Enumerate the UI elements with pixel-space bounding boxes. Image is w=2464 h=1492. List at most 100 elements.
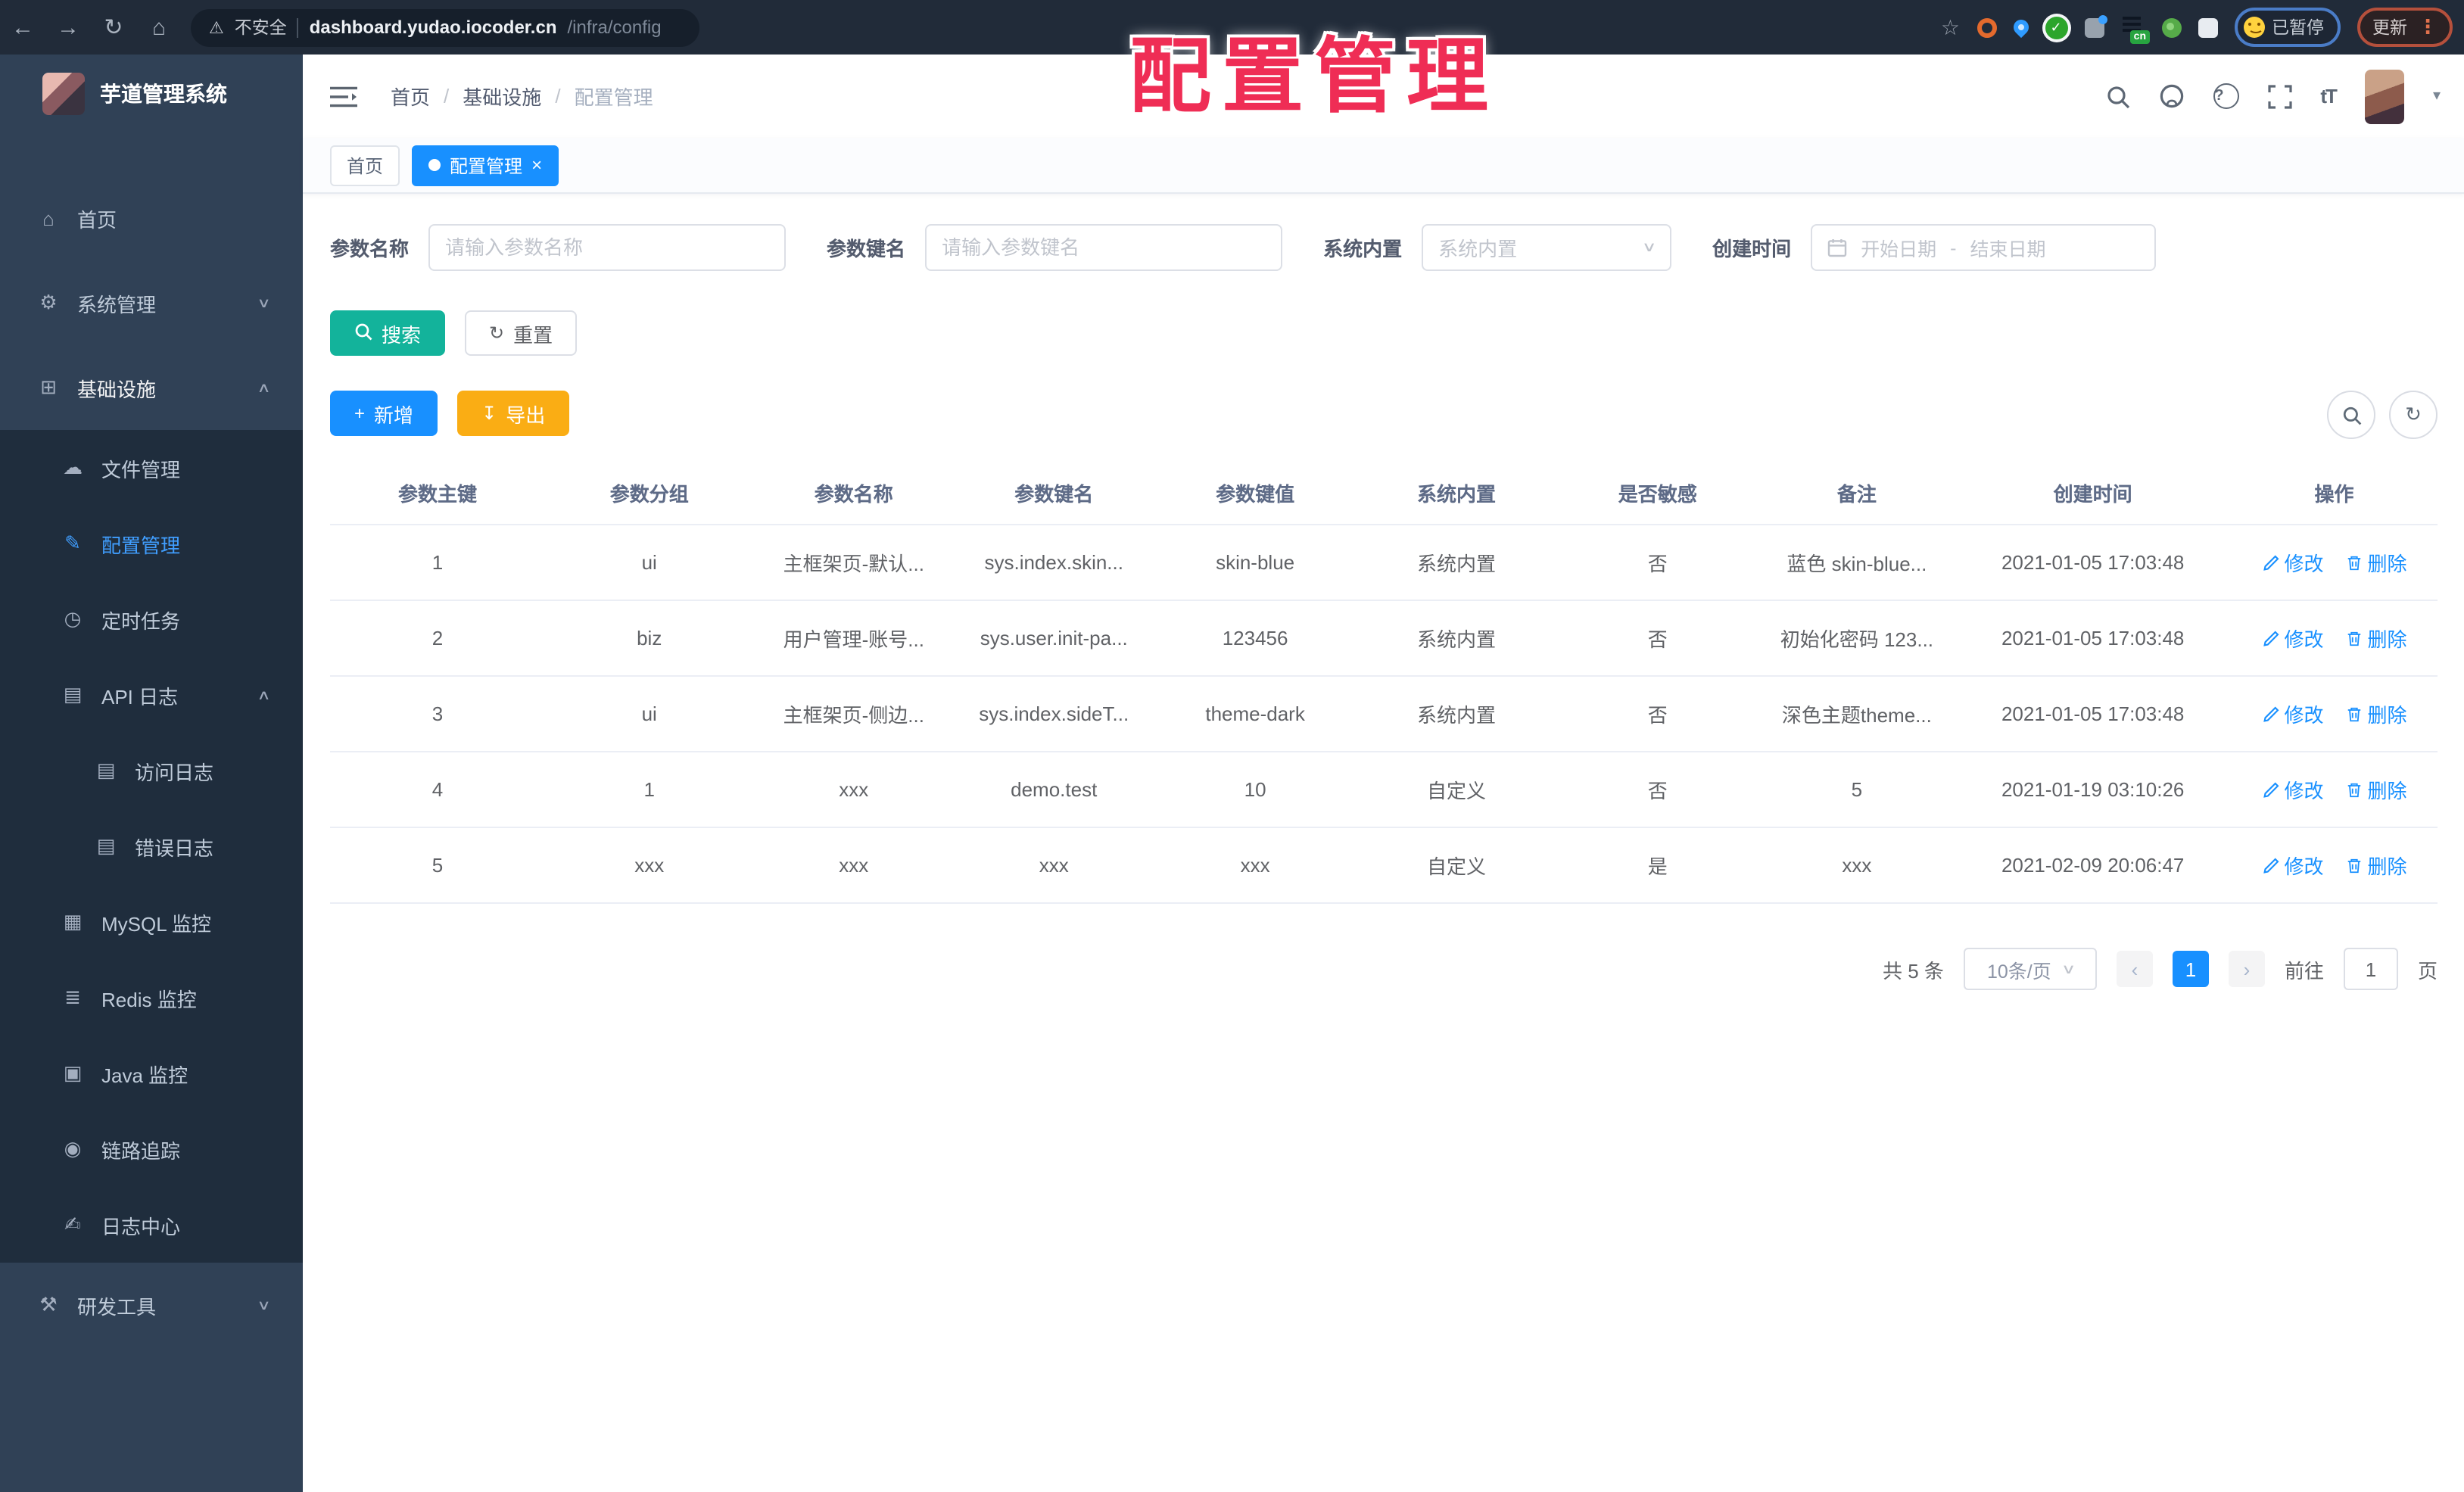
timer-icon: ◷ [64,607,82,630]
column-header: 备注 [1758,460,1955,525]
breadcrumb-separator: / [444,85,450,107]
app-logo-row[interactable]: 芋道管理系统 [0,55,303,133]
download-icon: ↧ [481,403,497,424]
delete-link[interactable]: 删除 [2345,775,2407,804]
sidebar-item-log-center[interactable]: ✍ 日志中心 [0,1187,303,1263]
param-key-input[interactable] [925,224,1283,271]
help-icon[interactable]: ? [2213,83,2239,109]
sidebar-item-mysql-monitor[interactable]: ▦ MySQL 监控 [0,884,303,960]
extension-leaf-icon[interactable] [2161,17,2181,37]
url-host: dashboard.yudao.iocoder.cn [309,17,557,38]
sidebar-item-file-management[interactable]: ☁ 文件管理 [0,430,303,506]
app-title: 芋道管理系统 [100,82,227,106]
search-button[interactable]: 搜索 [330,310,446,356]
sidebar-item-tracing[interactable]: ◉ 链路追踪 [0,1111,303,1187]
bookmark-star-icon[interactable]: ☆ [1941,14,1960,40]
sidebar-item-error-logs[interactable]: ▤ 错误日志 [0,808,303,884]
system-builtin-select[interactable]: 系统内置 ∨ [1422,224,1672,271]
next-page-button[interactable]: › [2228,951,2265,987]
extension-location-pin-icon[interactable] [2009,16,2032,39]
search-icon[interactable] [2105,84,2129,108]
breadcrumb-home[interactable]: 首页 [391,82,430,111]
goto-page-input[interactable] [2343,948,2398,990]
url-path: /infra/config [567,17,662,38]
browser-update-button[interactable]: 更新 ⋮ [2357,8,2453,47]
edit-link[interactable]: 修改 [2261,548,2324,577]
fullscreen-icon[interactable] [2267,84,2291,108]
font-size-icon[interactable]: tT [2320,85,2338,107]
sidebar-item-java-monitor[interactable]: ▣ Java 监控 [0,1036,303,1111]
sidebar-item-label: Java 监控 [101,1064,188,1086]
github-icon[interactable] [2158,83,2184,109]
delete-link[interactable]: 删除 [2345,851,2407,880]
sidebar-item-dev-tools[interactable]: ⚒ 研发工具 ∨ [0,1263,303,1347]
close-icon[interactable]: × [531,156,542,174]
chevron-down-icon: ∨ [2061,961,2076,976]
search-button-label: 搜索 [382,323,422,346]
log-center-icon: ✍ [64,1213,81,1235]
profile-paused-badge[interactable]: 已暂停 [2234,8,2341,47]
calendar-icon [1827,238,1847,257]
forward-icon[interactable]: → [45,14,91,40]
not-secure-warning-icon[interactable]: ⚠ [209,17,224,37]
sidebar-item-infrastructure[interactable]: ⊞ 基础设施 ∧ [0,345,303,430]
current-page-button[interactable]: 1 [2172,951,2209,987]
edit-link[interactable]: 修改 [2261,851,2324,880]
edit-link[interactable]: 修改 [2261,775,2324,804]
tab-home[interactable]: 首页 [330,145,400,185]
browser-toolbar: ← → ↻ ⌂ ⚠ 不安全 dashboard.yudao.iocoder.cn… [0,0,2464,55]
sidebar-item-label: 定时任务 [101,609,181,632]
add-button[interactable]: + 新增 [330,391,438,436]
delete-link[interactable]: 删除 [2345,548,2407,577]
refresh-table-button[interactable]: ↻ [2389,391,2438,439]
kebab-menu-icon[interactable]: ⋮ [2418,15,2438,39]
reset-button-label: 重置 [513,323,553,346]
tab-config-management[interactable]: 配置管理 × [412,145,559,185]
sidebar-item-config-management[interactable]: ✎ 配置管理 [0,506,303,581]
page-size-select[interactable]: 10条/页 ∨ [1963,948,2097,990]
home-icon[interactable]: ⌂ [136,14,182,40]
date-range-picker[interactable]: 开始日期 - 结束日期 [1811,224,2157,271]
sidebar-item-api-logs[interactable]: ▤ API 日志 ∧ [0,657,303,733]
sidebar-item-label: Redis 监控 [101,988,197,1011]
extension-cn-icon[interactable]: cn [2120,15,2149,44]
export-button[interactable]: ↧ 导出 [457,391,570,436]
avatar-caret-down-icon[interactable]: ▾ [2433,88,2441,104]
total-count: 共 5 条 [1883,959,1944,982]
sidebar-item-access-logs[interactable]: ▤ 访问日志 [0,733,303,808]
update-label: 更新 [2372,20,2407,38]
column-header: 参数键值 [1154,460,1357,525]
breadcrumb-infrastructure[interactable]: 基础设施 [463,82,541,111]
user-avatar[interactable] [2364,69,2404,123]
extension-green-check-icon[interactable]: ✓ [2045,16,2067,39]
page-size-value: 10条/页 [1986,961,2051,982]
sidebar-item-label: 链路追踪 [101,1139,181,1162]
extension-gray-icon[interactable] [2084,14,2107,37]
sidebar-item-home[interactable]: ⌂ 首页 [0,176,303,260]
collapse-sidebar-icon[interactable] [330,86,357,107]
back-icon[interactable]: ← [0,14,45,40]
sidebar-item-scheduled-tasks[interactable]: ◷ 定时任务 [0,581,303,657]
column-header: 参数主键 [330,460,545,525]
reload-icon[interactable]: ↻ [91,14,136,41]
chevron-up-icon: ∧ [257,379,272,394]
edit-link[interactable]: 修改 [2261,699,2324,728]
reset-button[interactable]: ↻ 重置 [465,310,578,356]
delete-link[interactable]: 删除 [2345,699,2407,728]
prev-page-button[interactable]: ‹ [2116,951,2153,987]
param-name-input[interactable] [428,224,787,271]
toggle-search-button[interactable] [2327,391,2375,439]
select-placeholder: 系统内置 [1438,238,1518,260]
sidebar-item-system-management[interactable]: ⚙ 系统管理 ∨ [0,260,303,345]
table-row: 4 1 xxx demo.test 10 自定义 否 5 2021-01-19 … [330,752,2438,828]
main-area: 首页 / 基础设施 / 配置管理 ? tT ▾ 首页 配置管理 × 参数名称 请… [303,55,2464,1492]
address-bar[interactable]: ⚠ 不安全 dashboard.yudao.iocoder.cn /infra/… [191,8,699,46]
edit-link[interactable]: 修改 [2261,624,2324,653]
extensions-puzzle-icon[interactable] [2198,17,2217,37]
tab-label: 首页 [347,155,384,176]
sidebar-item-redis-monitor[interactable]: ≣ Redis 监控 [0,960,303,1036]
delete-link[interactable]: 删除 [2345,624,2407,653]
table-tool-buttons: ↻ [2327,391,2438,439]
extension-orange-ring-icon[interactable] [1976,17,1996,37]
log-icon: ▤ [96,834,116,857]
